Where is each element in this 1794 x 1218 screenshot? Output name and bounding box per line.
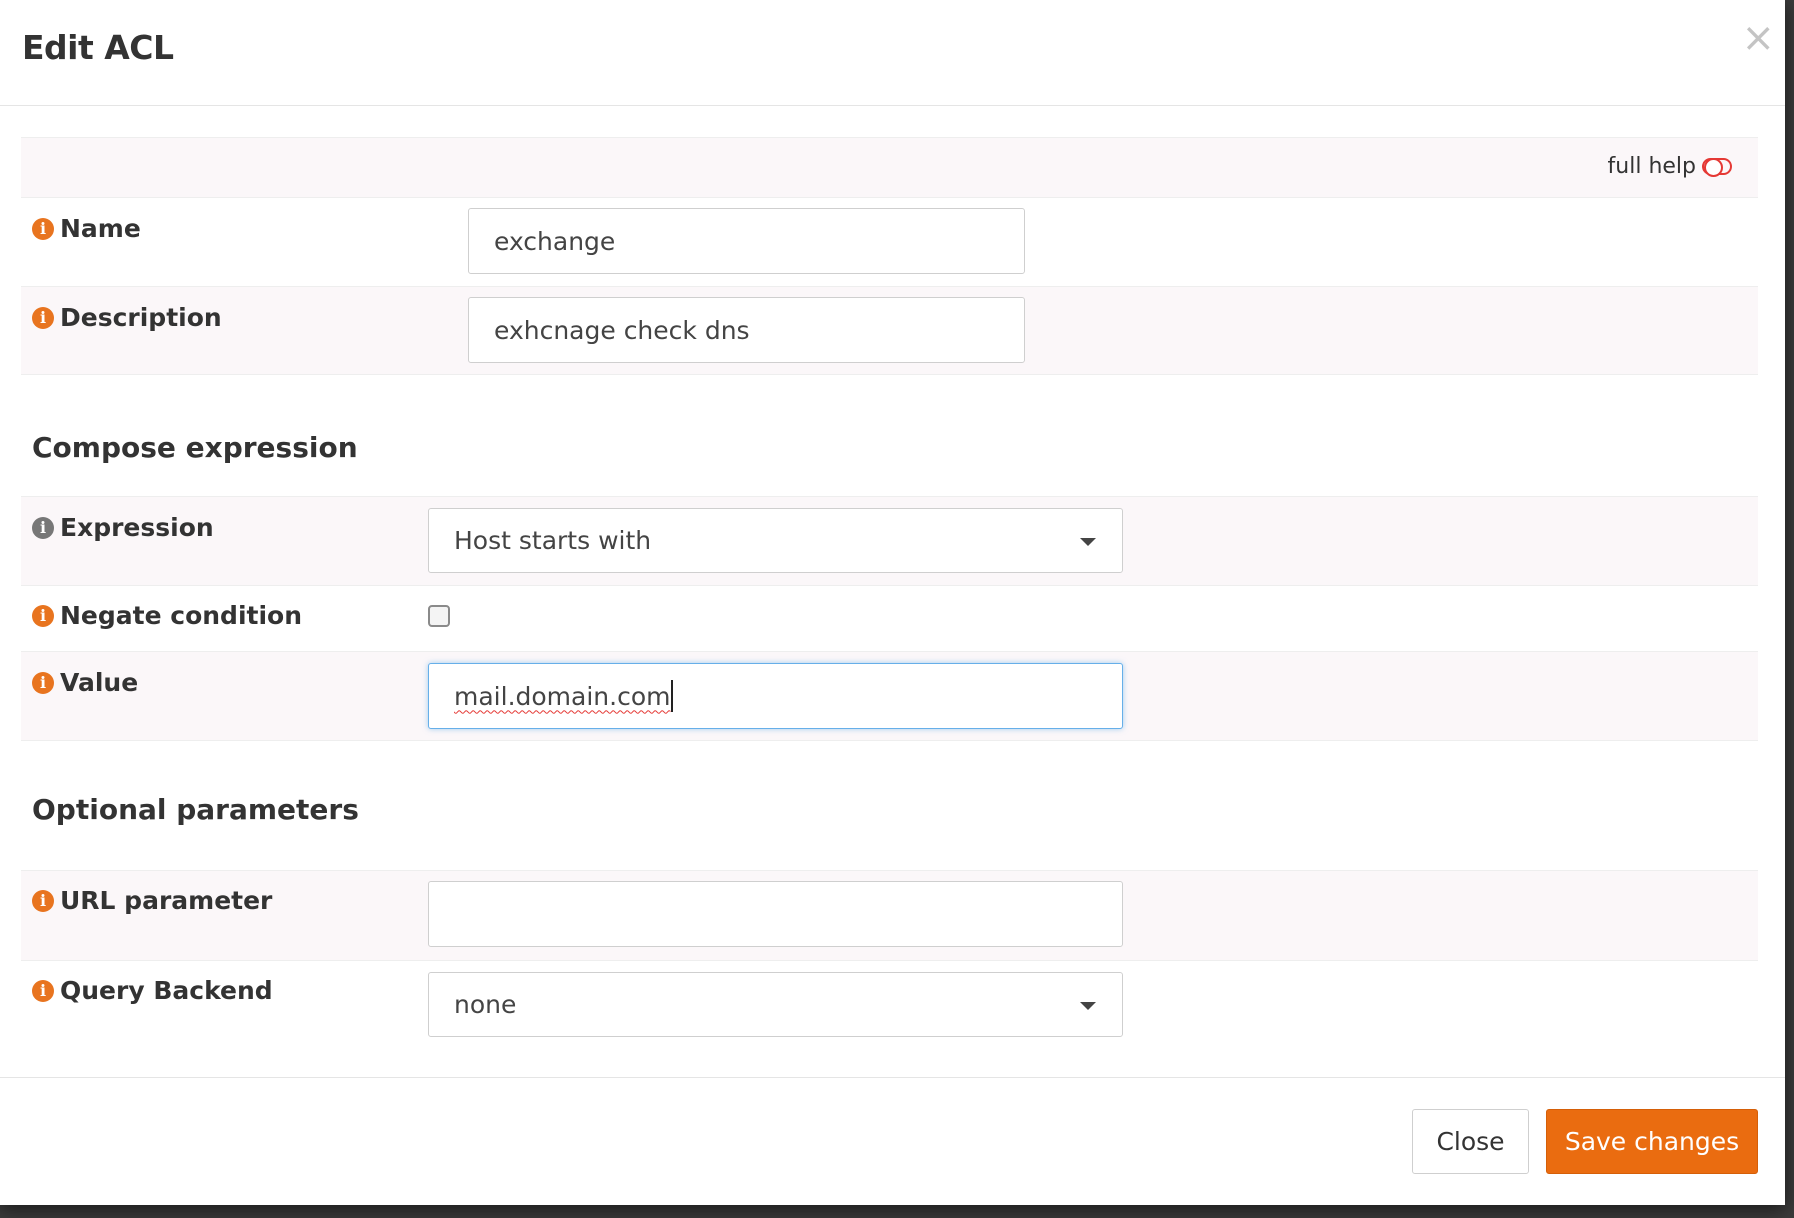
full-help-label: full help — [1607, 154, 1696, 179]
name-input-value: exchange — [494, 226, 616, 256]
toggle-icon[interactable] — [1702, 158, 1732, 177]
text-cursor — [671, 680, 674, 712]
name-label-group: i Name — [32, 214, 141, 243]
negate-checkbox[interactable] — [428, 605, 450, 627]
modal-header: Edit ACL × — [0, 0, 1785, 106]
value-row: i Value mail.domain.com — [21, 652, 1758, 741]
query-backend-row: i Query Backend none — [21, 961, 1758, 1051]
optional-section-header: Optional parameters — [21, 741, 1758, 870]
description-input-value: exhcnage check dns — [494, 315, 750, 345]
description-label: Description — [60, 303, 222, 332]
value-input-value: mail.domain.com — [454, 681, 671, 711]
info-icon[interactable]: i — [32, 979, 54, 1002]
close-button[interactable]: Close — [1412, 1109, 1529, 1174]
help-bar: full help — [21, 137, 1758, 198]
description-label-group: i Description — [32, 303, 222, 332]
chevron-down-icon — [1080, 538, 1096, 546]
name-label: Name — [60, 214, 141, 243]
modal-body: full help i Name exchange i Description … — [21, 137, 1758, 1051]
info-icon[interactable]: i — [32, 516, 54, 539]
close-icon[interactable]: × — [1741, 18, 1775, 58]
expression-label: Expression — [60, 513, 214, 542]
name-input[interactable]: exchange — [468, 208, 1025, 274]
negate-row: i Negate condition — [21, 586, 1758, 652]
url-parameter-label: URL parameter — [60, 886, 273, 915]
negate-label-group: i Negate condition — [32, 601, 302, 630]
query-backend-select[interactable]: none — [428, 972, 1123, 1037]
compose-section-header: Compose expression — [21, 375, 1758, 496]
info-icon[interactable]: i — [32, 604, 54, 627]
description-row: i Description exhcnage check dns — [21, 287, 1758, 375]
expression-select[interactable]: Host starts with — [428, 508, 1123, 573]
url-parameter-label-group: i URL parameter — [32, 886, 272, 915]
url-parameter-input[interactable] — [428, 881, 1123, 947]
info-icon[interactable]: i — [32, 217, 54, 240]
save-changes-button[interactable]: Save changes — [1546, 1109, 1758, 1174]
modal-title: Edit ACL — [22, 28, 174, 67]
optional-section-title: Optional parameters — [32, 793, 359, 826]
full-help-toggle[interactable]: full help — [1608, 154, 1732, 179]
negate-label: Negate condition — [60, 601, 303, 630]
query-backend-select-value: none — [454, 990, 517, 1019]
expression-select-value: Host starts with — [454, 526, 652, 555]
expression-row: i Expression Host starts with — [21, 496, 1758, 586]
value-label-group: i Value — [32, 668, 138, 697]
query-backend-label: Query Backend — [60, 976, 273, 1005]
modal-footer: Close Save changes — [0, 1077, 1785, 1206]
edit-acl-dialog: Edit ACL × full help i Name exchange i D… — [0, 0, 1785, 1205]
compose-section-title: Compose expression — [32, 431, 358, 464]
name-row: i Name exchange — [21, 198, 1758, 287]
info-icon[interactable]: i — [32, 306, 54, 329]
value-label: Value — [60, 668, 139, 697]
description-input[interactable]: exhcnage check dns — [468, 297, 1025, 363]
info-icon[interactable]: i — [32, 671, 54, 694]
url-parameter-row: i URL parameter — [21, 870, 1758, 961]
chevron-down-icon — [1080, 1002, 1096, 1010]
value-input[interactable]: mail.domain.com — [428, 663, 1123, 729]
expression-label-group: i Expression — [32, 513, 214, 542]
info-icon[interactable]: i — [32, 889, 54, 912]
query-backend-label-group: i Query Backend — [32, 976, 273, 1005]
